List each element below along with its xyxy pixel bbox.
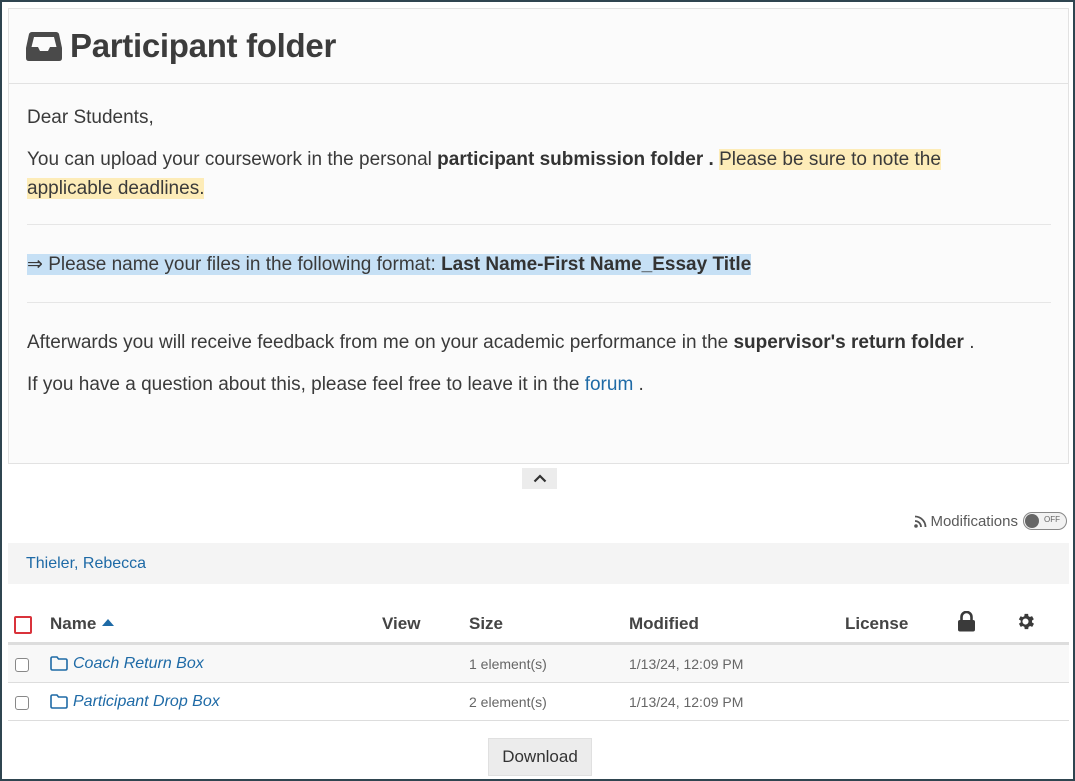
download-button[interactable]: Download: [488, 738, 592, 776]
gear-icon[interactable]: [1015, 611, 1036, 632]
feedback-text: Afterwards you will receive feedback fro…: [27, 332, 975, 353]
column-license[interactable]: License: [845, 606, 957, 645]
sort-ascending-icon: [102, 619, 115, 626]
toggle-state: OFF: [1044, 515, 1060, 524]
select-all-checkbox[interactable]: [14, 615, 32, 634]
folder-icon: [50, 656, 68, 671]
column-modified[interactable]: Modified: [629, 606, 845, 645]
greeting-text: Dear Students,: [27, 107, 154, 128]
folder-icon: [50, 694, 68, 709]
naming-format-instructions: ⇒ Please name your files in the followin…: [27, 254, 752, 275]
column-view[interactable]: View: [382, 606, 469, 645]
owner-bar: Thieler, Rebecca: [8, 543, 1069, 584]
submission-folder-text: participant submission folder .: [437, 149, 714, 170]
column-name[interactable]: Name: [50, 606, 382, 645]
lock-icon: [958, 610, 975, 632]
folder-link[interactable]: Coach Return Box: [73, 655, 204, 673]
naming-format: Last Name-First Name_Essay Title: [441, 254, 752, 275]
chevron-up-icon: [533, 474, 546, 483]
forum-link[interactable]: forum: [585, 374, 634, 395]
owner-link[interactable]: Thieler, Rebecca: [26, 555, 146, 573]
deadline-highlight: Please be sure to note the: [719, 149, 941, 170]
collapse-button[interactable]: [522, 468, 557, 489]
toggle-knob: [1025, 514, 1039, 528]
info-panel: Participant folder Dear Students, You ca…: [8, 8, 1069, 464]
modifications-toggle[interactable]: OFF: [1023, 512, 1067, 530]
return-folder-text: supervisor's return folder: [733, 332, 964, 353]
table-header-row: Name View Size Modified License: [8, 606, 1069, 645]
folder-table: Name View Size Modified License Coach Re…: [8, 606, 1069, 721]
page-title: Participant folder: [70, 27, 336, 64]
table-row[interactable]: Coach Return Box 1 element(s) 1/13/24, 1…: [8, 643, 1069, 683]
inbox-icon: [26, 32, 62, 61]
upload-instructions: You can upload your coursework in the pe…: [27, 149, 941, 199]
folder-link[interactable]: Participant Drop Box: [73, 693, 220, 711]
panel-header: Participant folder: [9, 9, 1068, 84]
modifications-control: Modifications OFF: [914, 512, 1067, 530]
size-cell: 2 element(s): [469, 682, 629, 721]
deadline-highlight-2: applicable deadlines.: [27, 178, 205, 199]
row-checkbox[interactable]: [15, 657, 29, 672]
modified-cell: 1/13/24, 12:09 PM: [629, 682, 845, 721]
modifications-label: Modifications: [930, 512, 1018, 530]
table-row[interactable]: Participant Drop Box 2 element(s) 1/13/2…: [8, 682, 1069, 721]
size-cell: 1 element(s): [469, 643, 629, 683]
question-text: If you have a question about this, pleas…: [27, 374, 644, 395]
modified-cell: 1/13/24, 12:09 PM: [629, 643, 845, 683]
column-size[interactable]: Size: [469, 606, 629, 645]
rss-icon: [914, 515, 927, 528]
row-checkbox[interactable]: [15, 695, 29, 710]
